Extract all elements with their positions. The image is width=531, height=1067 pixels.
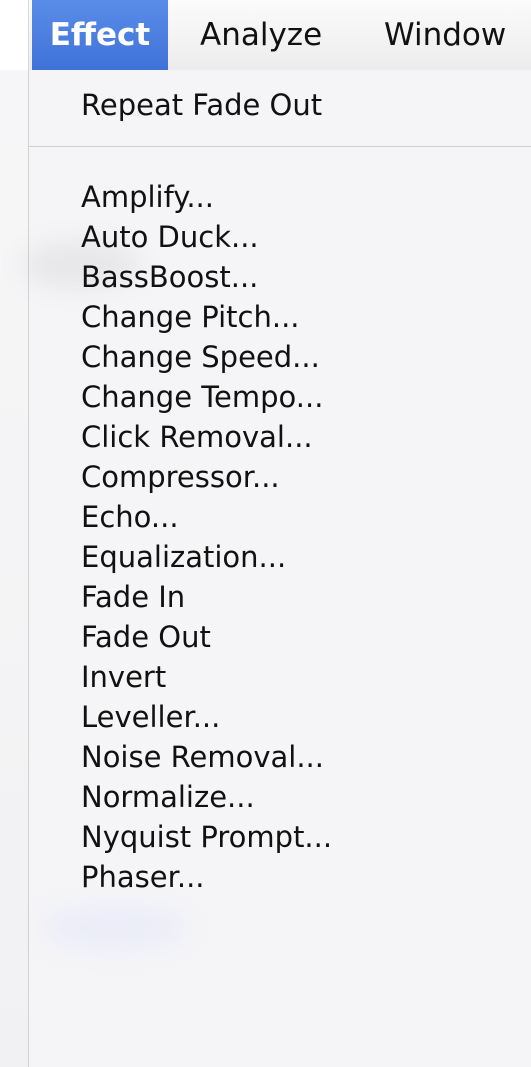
menu-bar-left-edge bbox=[0, 0, 29, 70]
phaser-menu-item[interactable]: Phaser... bbox=[81, 857, 205, 897]
normalize-menu-item[interactable]: Normalize... bbox=[81, 777, 255, 817]
auto-duck-menu-item[interactable]: Auto Duck... bbox=[81, 217, 259, 257]
effect-menu-title[interactable]: Effect bbox=[32, 0, 168, 70]
background-shadow-shape bbox=[39, 905, 189, 950]
menu-bar: Effect Analyze Window bbox=[0, 0, 531, 70]
analyze-menu-title[interactable]: Analyze bbox=[200, 0, 322, 70]
amplify-menu-item[interactable]: Amplify... bbox=[81, 177, 214, 217]
echo-menu-item[interactable]: Echo... bbox=[81, 497, 179, 537]
change-speed-menu-item[interactable]: Change Speed... bbox=[81, 337, 320, 377]
compressor-menu-item[interactable]: Compressor... bbox=[81, 457, 280, 497]
fade-in-menu-item[interactable]: Fade In bbox=[81, 577, 185, 617]
invert-menu-item[interactable]: Invert bbox=[81, 657, 166, 697]
repeat-fade-out-menu-item[interactable]: Repeat Fade Out bbox=[81, 85, 322, 125]
bassboost-menu-item[interactable]: BassBoost... bbox=[81, 257, 258, 297]
effect-menu-dropdown: Repeat Fade Out Amplify... Auto Duck... … bbox=[21, 70, 531, 1067]
window-menu-title[interactable]: Window bbox=[384, 0, 506, 70]
fade-out-menu-item[interactable]: Fade Out bbox=[81, 617, 211, 657]
change-pitch-menu-item[interactable]: Change Pitch... bbox=[81, 297, 300, 337]
click-removal-menu-item[interactable]: Click Removal... bbox=[81, 417, 313, 457]
equalization-menu-item[interactable]: Equalization... bbox=[81, 537, 286, 577]
app-screen: Effect Analyze Window Repeat Fade Out Am… bbox=[0, 0, 531, 1067]
leveller-menu-item[interactable]: Leveller... bbox=[81, 697, 220, 737]
change-tempo-menu-item[interactable]: Change Tempo... bbox=[81, 377, 323, 417]
menu-separator bbox=[29, 146, 531, 147]
nyquist-prompt-menu-item[interactable]: Nyquist Prompt... bbox=[81, 817, 332, 857]
noise-removal-menu-item[interactable]: Noise Removal... bbox=[81, 737, 324, 777]
